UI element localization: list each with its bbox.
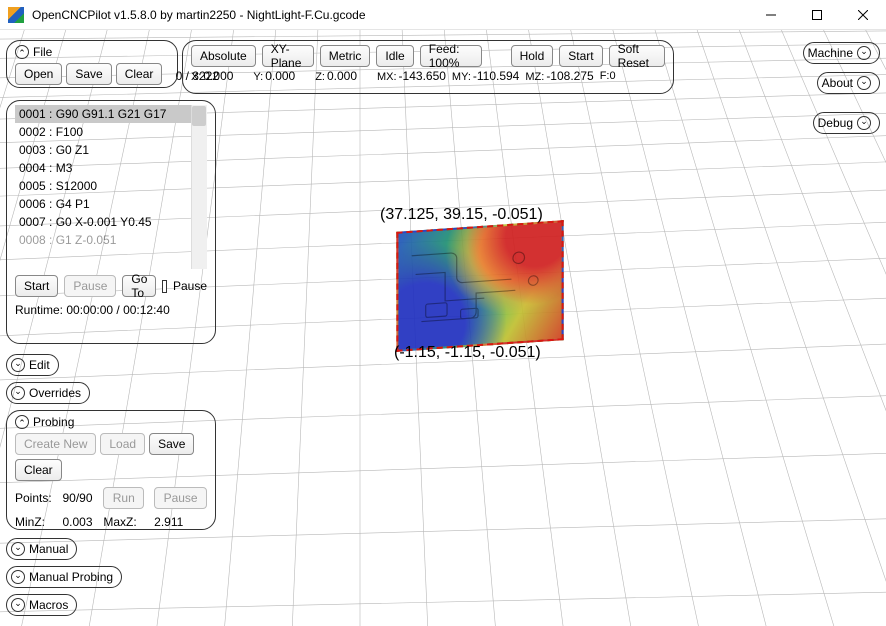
chevron-down-icon xyxy=(11,358,25,372)
chevron-up-icon xyxy=(15,415,29,429)
scrollbar[interactable] xyxy=(191,105,207,269)
machine-label: Machine xyxy=(808,46,853,60)
feed-button[interactable]: Feed: 100% xyxy=(420,45,482,67)
probe-run-button[interactable]: Run xyxy=(103,487,144,509)
z-label: Z: xyxy=(315,71,325,83)
gcode-goto-button[interactable]: Go To xyxy=(122,275,156,297)
start-button[interactable]: Start xyxy=(559,45,602,67)
titlebar: OpenCNCPilot v1.5.8.0 by martin2250 - Ni… xyxy=(0,0,886,30)
probing-panel: Probing Create New Load Save Clear Point… xyxy=(6,410,216,530)
workspace: (37.125, 39.15, -0.051) (-1.15, -1.15, -… xyxy=(0,30,886,626)
gcode-line[interactable]: 0002 : F100 xyxy=(15,123,207,141)
macros-label: Macros xyxy=(29,598,68,612)
probe-load-button[interactable]: Load xyxy=(100,433,145,455)
absolute-button[interactable]: Absolute xyxy=(191,45,256,67)
chevron-down-icon xyxy=(11,386,25,400)
edit-label: Edit xyxy=(29,358,50,372)
probe-save-button[interactable]: Save xyxy=(149,433,194,455)
probe-create-button[interactable]: Create New xyxy=(15,433,96,455)
window-controls xyxy=(748,0,886,30)
coord-label-bottom: (-1.15, -1.15, -0.051) xyxy=(394,344,541,362)
manual-probing-panel-toggle[interactable]: Manual Probing xyxy=(6,566,122,588)
idle-button[interactable]: Idle xyxy=(376,45,413,67)
probing-header[interactable]: Probing xyxy=(15,415,207,429)
points-value: 90/90 xyxy=(62,491,93,505)
chevron-down-icon xyxy=(11,542,25,556)
gcode-panel: 0001 : G90 G91.1 G21 G17 0002 : F100 000… xyxy=(6,100,216,344)
save-button[interactable]: Save xyxy=(66,63,111,85)
gcode-line[interactable]: 0004 : M3 xyxy=(15,159,207,177)
y-value: 0.000 xyxy=(265,69,309,83)
coord-label-top: (37.125, 39.15, -0.051) xyxy=(380,206,543,224)
pause-checkbox-label: Pause xyxy=(173,279,207,293)
x-label: X: xyxy=(191,71,201,83)
probe-clear-button[interactable]: Clear xyxy=(15,459,62,481)
mx-label: MX: xyxy=(377,71,397,83)
runtime-label: Runtime: 00:00:00 / 00:12:40 xyxy=(15,303,207,317)
minz-value: 0.003 xyxy=(62,515,93,529)
my-value: -110.594 xyxy=(473,69,519,83)
hold-button[interactable]: Hold xyxy=(511,45,554,67)
gcode-line[interactable]: 0003 : G0 Z1 xyxy=(15,141,207,159)
file-panel: File Open Save Clear 0 / 3222 xyxy=(6,40,178,88)
maxz-label: MaxZ: xyxy=(103,515,144,529)
overrides-panel-toggle[interactable]: Overrides xyxy=(6,382,90,404)
mz-value: -108.275 xyxy=(546,69,593,83)
maximize-button[interactable] xyxy=(794,0,840,30)
maxz-value: 2.911 xyxy=(154,515,207,529)
points-label: Points: xyxy=(15,491,52,505)
manual-probing-label: Manual Probing xyxy=(29,570,113,584)
gcode-line[interactable]: 0001 : G90 G91.1 G21 G17 xyxy=(15,105,207,123)
heightmap-visual xyxy=(396,220,563,352)
close-button[interactable] xyxy=(840,0,886,30)
machine-panel-toggle[interactable]: Machine xyxy=(803,42,880,64)
about-label: About xyxy=(822,76,853,90)
window-title: OpenCNCPilot v1.5.8.0 by martin2250 - Ni… xyxy=(32,8,748,22)
probe-pause-button[interactable]: Pause xyxy=(154,487,207,509)
y-label: Y: xyxy=(253,71,263,83)
open-button[interactable]: Open xyxy=(15,63,62,85)
manual-label: Manual xyxy=(29,542,68,556)
gcode-line[interactable]: 0008 : G1 Z-0.051 xyxy=(15,231,207,249)
chevron-up-icon xyxy=(15,45,29,59)
manual-panel-toggle[interactable]: Manual xyxy=(6,538,77,560)
x-value: 0.000 xyxy=(203,69,247,83)
minz-label: MinZ: xyxy=(15,515,52,529)
status-panel: Absolute XY-Plane Metric Idle Feed: 100%… xyxy=(182,40,674,94)
chevron-down-icon xyxy=(11,570,25,584)
gcode-line[interactable]: 0006 : G4 P1 xyxy=(15,195,207,213)
debug-panel-toggle[interactable]: Debug xyxy=(813,112,880,134)
chevron-down-icon xyxy=(857,76,871,90)
file-header[interactable]: File xyxy=(15,45,169,59)
gcode-pause-button[interactable]: Pause xyxy=(64,275,116,297)
app-icon xyxy=(8,7,24,23)
gcode-list[interactable]: 0001 : G90 G91.1 G21 G17 0002 : F100 000… xyxy=(15,105,207,269)
macros-panel-toggle[interactable]: Macros xyxy=(6,594,77,616)
plane-button[interactable]: XY-Plane xyxy=(262,45,314,67)
chevron-down-icon xyxy=(857,46,871,60)
probing-header-label: Probing xyxy=(33,415,74,429)
scrollbar-thumb[interactable] xyxy=(192,106,206,126)
z-value: 0.000 xyxy=(327,69,371,83)
chevron-down-icon xyxy=(857,116,871,130)
f-label: F:0 xyxy=(600,70,616,82)
edit-panel-toggle[interactable]: Edit xyxy=(6,354,59,376)
my-label: MY: xyxy=(452,71,471,83)
gcode-line[interactable]: 0007 : G0 X-0.001 Y0.45 xyxy=(15,213,207,231)
about-panel-toggle[interactable]: About xyxy=(817,72,880,94)
mx-value: -143.650 xyxy=(399,69,446,83)
softreset-button[interactable]: Soft Reset xyxy=(609,45,665,67)
gcode-start-button[interactable]: Start xyxy=(15,275,58,297)
file-header-label: File xyxy=(33,45,52,59)
minimize-button[interactable] xyxy=(748,0,794,30)
debug-label: Debug xyxy=(818,116,853,130)
metric-button[interactable]: Metric xyxy=(320,45,371,67)
mz-label: MZ: xyxy=(525,71,544,83)
overrides-label: Overrides xyxy=(29,386,81,400)
chevron-down-icon xyxy=(11,598,25,612)
gcode-line[interactable]: 0005 : S12000 xyxy=(15,177,207,195)
pause-checkbox[interactable] xyxy=(162,280,167,293)
clear-button[interactable]: Clear xyxy=(116,63,163,85)
